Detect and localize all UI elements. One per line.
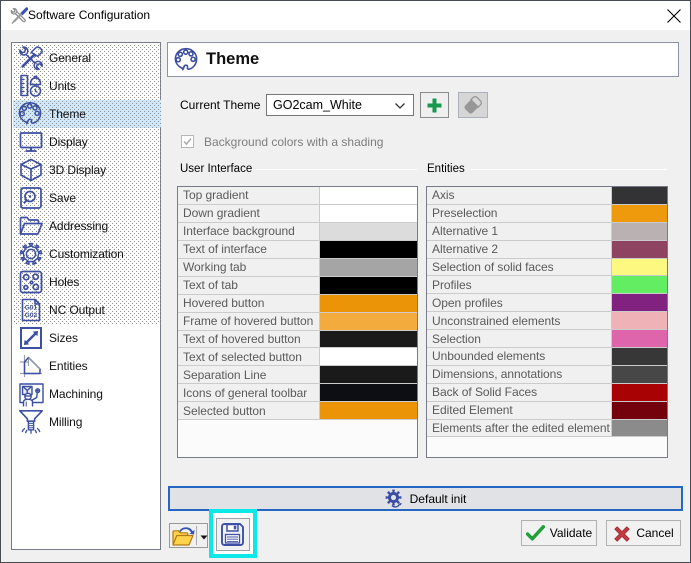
svg-text:G01: G01 <box>25 305 38 312</box>
svg-text:G02: G02 <box>25 312 38 319</box>
